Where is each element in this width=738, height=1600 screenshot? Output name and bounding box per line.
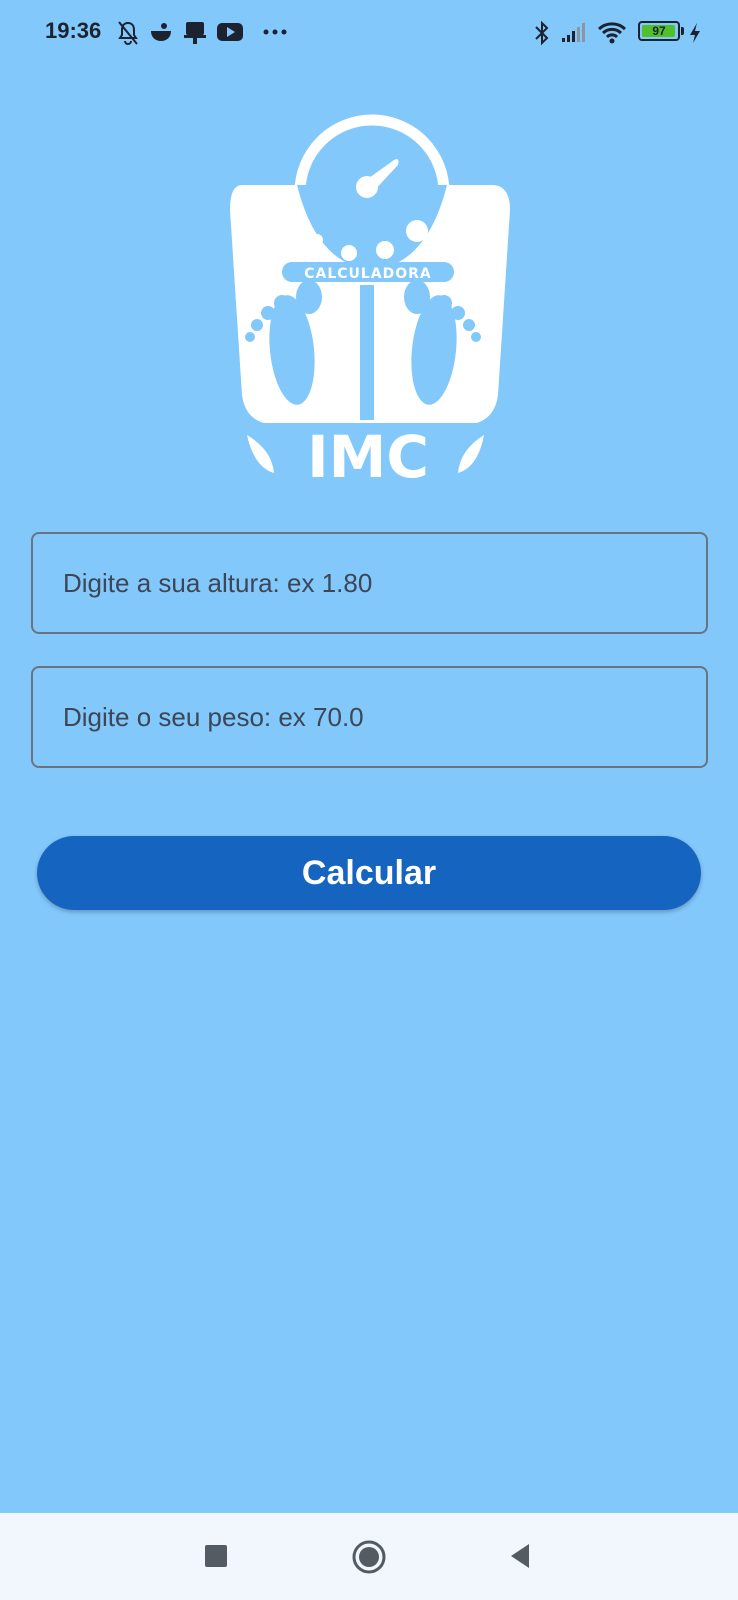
logo-title-text: IMC [307, 423, 429, 485]
battery-tip [681, 27, 684, 35]
battery-icon: 97 [638, 21, 680, 41]
notification-icon [184, 22, 206, 44]
more-icon [263, 29, 287, 35]
recents-icon[interactable] [203, 1543, 229, 1569]
mute-icon [118, 21, 138, 45]
bluetooth-icon [535, 20, 549, 46]
imc-calculator-logo: CALCULADORA IMC [230, 114, 510, 485]
back-icon[interactable] [507, 1542, 533, 1570]
height-field[interactable] [31, 532, 708, 634]
status-time: 19:36 [45, 18, 102, 43]
navigation-bar [0, 1513, 738, 1600]
youtube-icon [217, 23, 243, 41]
battery-level: 97 [652, 24, 666, 38]
calculate-button[interactable]: Calcular [37, 836, 701, 910]
charging-icon [690, 23, 700, 43]
status-bar: 19:36 97 [0, 0, 738, 66]
logo-banner-text: CALCULADORA [304, 266, 432, 282]
signal-icon [562, 23, 585, 42]
weight-field[interactable] [31, 666, 708, 768]
weight-input[interactable] [33, 668, 706, 766]
home-icon[interactable] [351, 1539, 387, 1575]
height-input[interactable] [33, 534, 706, 632]
wifi-icon [597, 22, 627, 44]
app-icon [151, 23, 171, 41]
